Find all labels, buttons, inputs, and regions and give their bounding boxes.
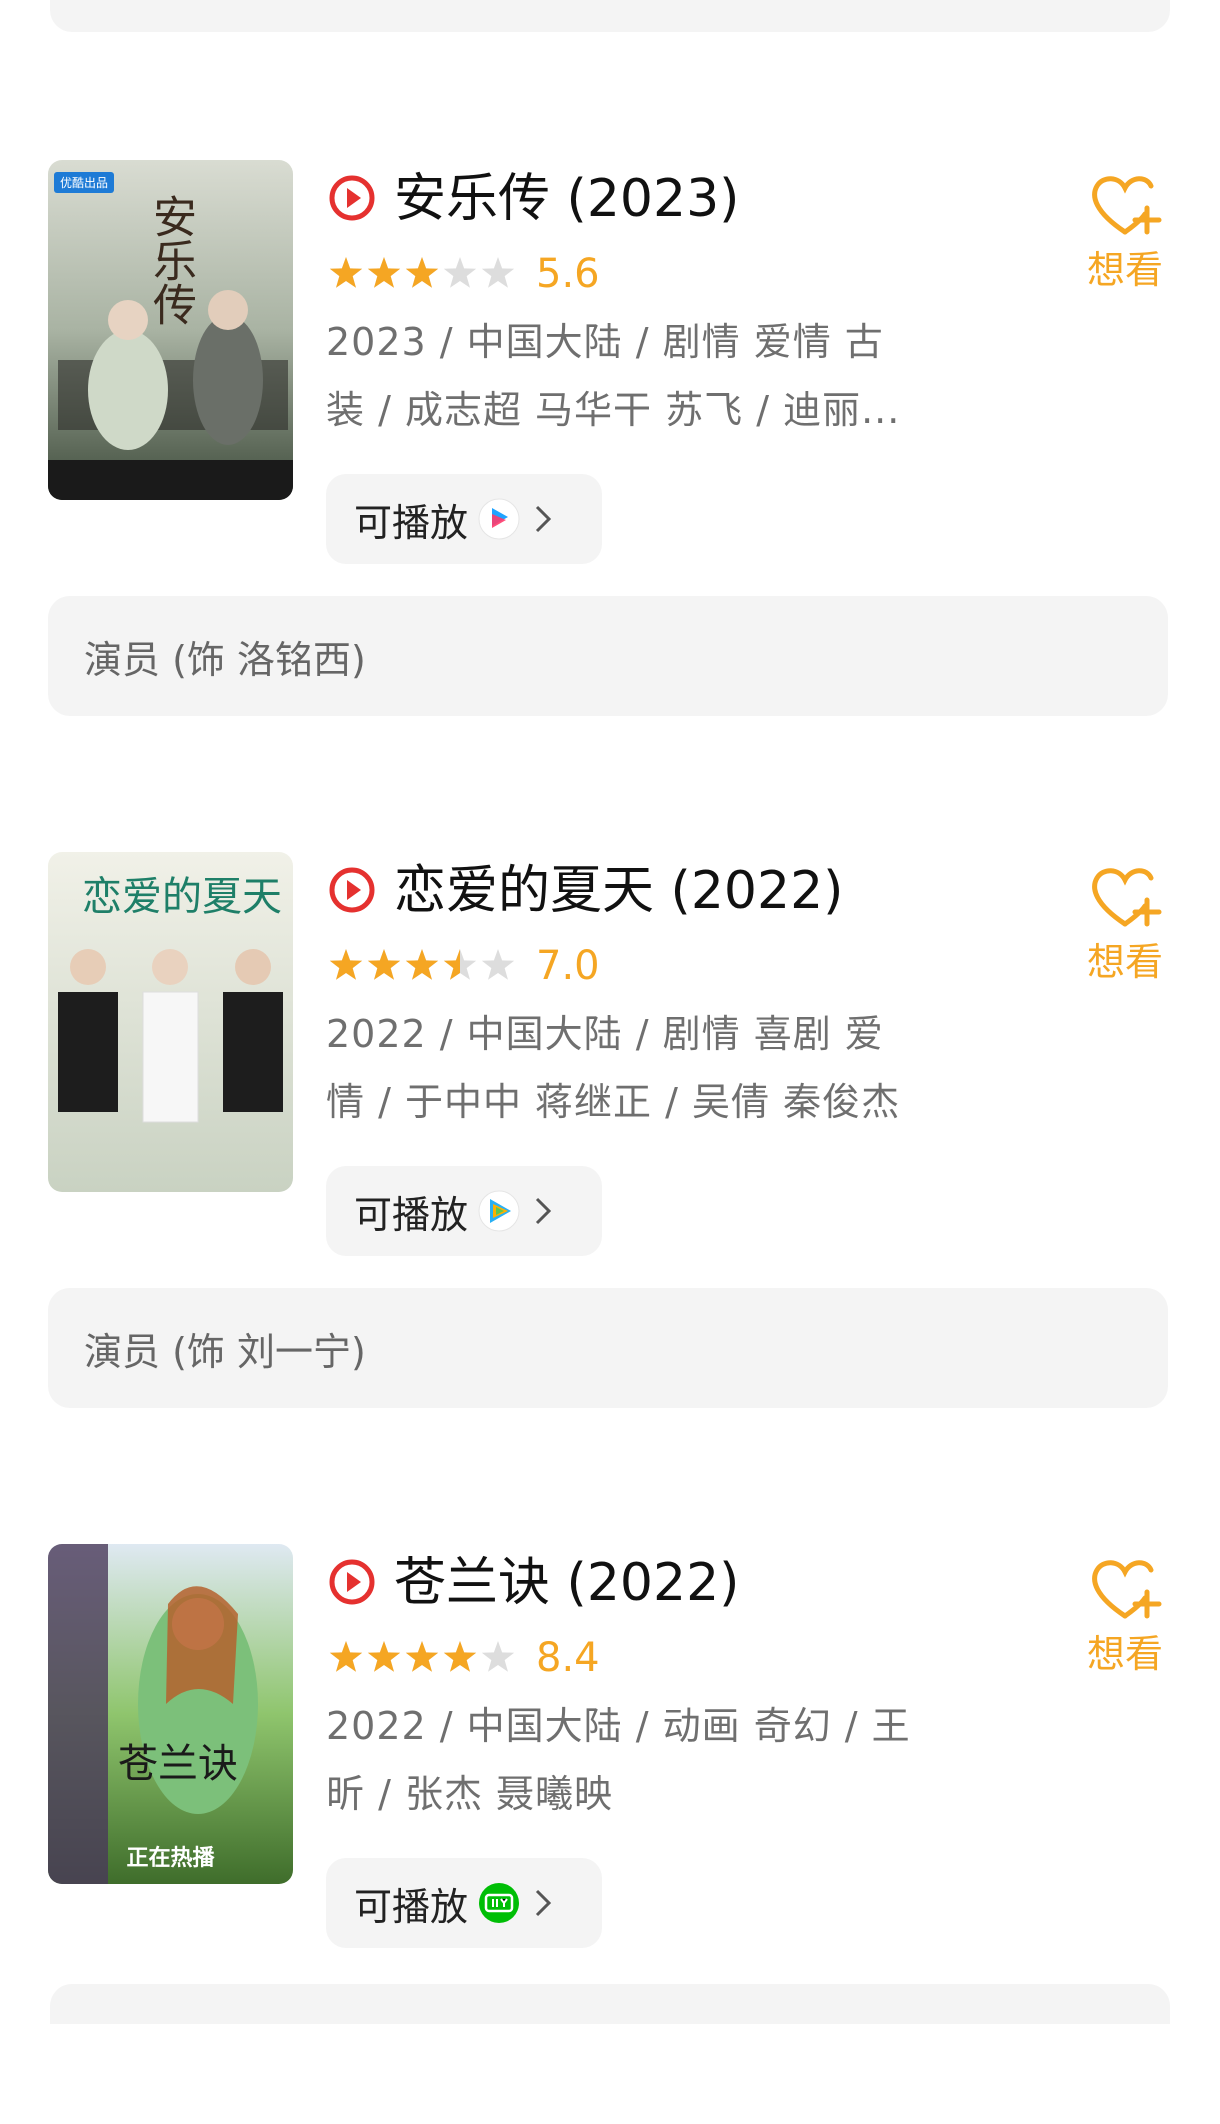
star-filled (329, 949, 363, 980)
poster-caption: 正在热播 (126, 1846, 215, 1871)
star-filled (405, 1641, 439, 1672)
iqiyi-icon (479, 1883, 520, 1923)
star-empty (443, 257, 477, 288)
role-text: 演员 (饰 刘一宁) (84, 1329, 366, 1374)
want-label: 想看 (1086, 940, 1163, 984)
previous-card-bottom (50, 0, 1170, 32)
next-card-top (50, 1984, 1170, 2024)
play-circle-icon (329, 867, 375, 913)
want-label: 想看 (1086, 248, 1163, 292)
movie-title[interactable]: 苍兰诀 (2022) (394, 1548, 739, 1618)
info-line: 装 / 成志超 马华干 苏飞 / 迪丽... (326, 388, 901, 432)
star-filled (405, 949, 439, 980)
info-line: 昕 / 张杰 聂曦映 (326, 1772, 614, 1816)
rating-score: 5.6 (536, 251, 600, 297)
playable-button[interactable]: 可播放 (326, 474, 602, 564)
star-empty (481, 949, 515, 980)
movie-info: 2023 / 中国大陆 / 剧情 爱情 古 装 / 成志超 马华干 苏飞 / 迪… (326, 308, 956, 444)
poster-title-text: 恋爱的夏天 (82, 874, 282, 920)
movie-entry[interactable]: 恋爱的夏天 恋爱的夏天 (2022) 7.0 2022 / 中国大陆 / 剧情 … (0, 852, 1220, 1432)
info-line: 情 / 于中中 蒋继正 / 吴倩 秦俊杰 (326, 1080, 901, 1124)
poster-image[interactable]: 优酷出品 安乐传 (48, 160, 293, 500)
star-filled (367, 949, 401, 980)
play-circle-icon (329, 1559, 375, 1605)
chevron-right-icon (535, 1889, 552, 1917)
movie-entry[interactable]: 苍兰诀 正在热播 苍兰诀 (2022) 8.4 2022 / 中国大陆 / 动画… (0, 1544, 1220, 2124)
role-bar[interactable]: 演员 (饰 刘一宁) (48, 1288, 1168, 1408)
star-filled (367, 1641, 401, 1672)
poster-title-text: 安乐传 (145, 194, 196, 326)
star-rating (329, 1641, 515, 1672)
movie-entry[interactable]: 优酷出品 安乐传 安乐传 (2023) 5.6 2023 / 中国大陆 / 剧情… (0, 160, 1220, 740)
play-circle-icon (329, 175, 375, 221)
movie-info: 2022 / 中国大陆 / 剧情 喜剧 爱 情 / 于中中 蒋继正 / 吴倩 秦… (326, 1000, 956, 1136)
poster-image[interactable]: 苍兰诀 正在热播 (48, 1544, 293, 1884)
star-filled (329, 257, 363, 288)
role-bar[interactable]: 演员 (饰 洛铭西) (48, 596, 1168, 716)
playable-button[interactable]: 可播放 (326, 1166, 602, 1256)
tencent-video-icon (478, 1190, 520, 1232)
movie-info: 2022 / 中国大陆 / 动画 奇幻 / 王 昕 / 张杰 聂曦映 (326, 1692, 956, 1828)
info-line: 2022 / 中国大陆 / 剧情 喜剧 爱 (326, 1012, 884, 1056)
star-empty (481, 1641, 515, 1672)
youku-icon (478, 498, 520, 540)
chevron-right-icon (535, 505, 552, 533)
info-line: 2022 / 中国大陆 / 动画 奇幻 / 王 (326, 1704, 911, 1748)
star-filled (367, 257, 401, 288)
rating-score: 8.4 (536, 1635, 600, 1681)
rating-score: 7.0 (536, 943, 600, 989)
want-to-watch-button[interactable]: 想看 (1080, 1554, 1170, 1678)
poster-title-text: 苍兰诀 (118, 1741, 238, 1787)
heart-plus-icon (1092, 176, 1162, 235)
heart-plus-icon (1092, 868, 1162, 927)
playable-button[interactable]: 可播放 (326, 1858, 602, 1948)
star-rating (329, 949, 515, 980)
movie-title[interactable]: 安乐传 (2023) (394, 164, 739, 234)
want-label: 想看 (1086, 1632, 1163, 1676)
want-to-watch-button[interactable]: 想看 (1080, 862, 1170, 986)
poster-badge: 优酷出品 (54, 172, 115, 193)
movie-title[interactable]: 恋爱的夏天 (2022) (394, 856, 843, 926)
playable-label: 可播放 (354, 1192, 469, 1237)
role-text: 演员 (饰 洛铭西) (84, 637, 366, 682)
playable-label: 可播放 (354, 500, 469, 545)
star-filled (405, 257, 439, 288)
star-filled (329, 1641, 363, 1672)
want-to-watch-button[interactable]: 想看 (1080, 170, 1170, 294)
star-rating (329, 257, 515, 288)
star-filled (443, 1641, 477, 1672)
info-line: 2023 / 中国大陆 / 剧情 爱情 古 (326, 320, 884, 364)
chevron-right-icon (535, 1197, 552, 1225)
playable-label: 可播放 (354, 1884, 469, 1929)
poster-image[interactable]: 恋爱的夏天 (48, 852, 293, 1192)
heart-plus-icon (1092, 1560, 1162, 1619)
star-empty (481, 257, 515, 288)
